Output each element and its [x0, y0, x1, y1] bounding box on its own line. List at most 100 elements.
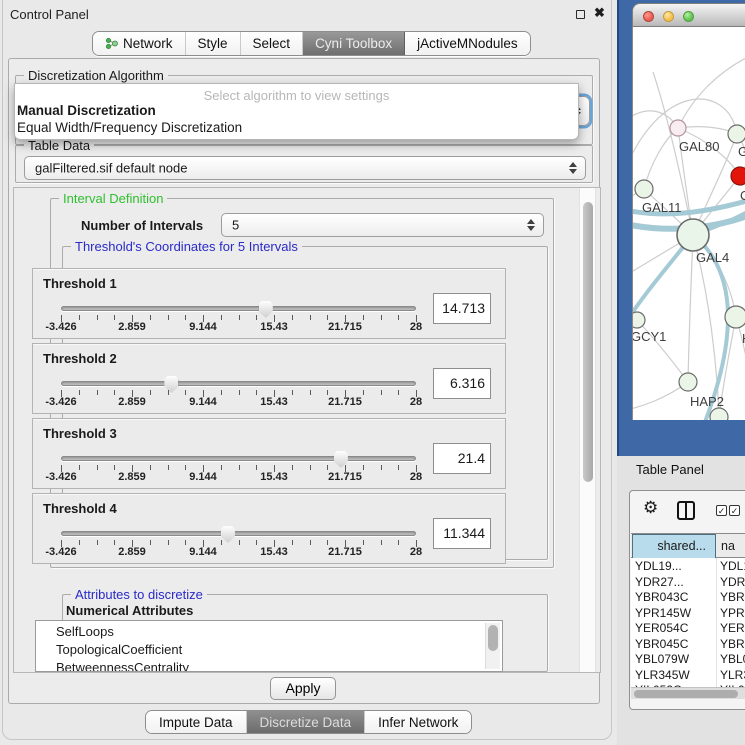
tick-mark: [363, 465, 364, 470]
tick-label: 9.144: [189, 546, 217, 558]
float-window-icon[interactable]: [576, 10, 585, 19]
bottom-tab-infer-network[interactable]: Infer Network: [365, 711, 471, 733]
tick-label: 21.715: [328, 546, 362, 558]
desktop-background: GAL80GACGAL11GAL4GCY1HHAP2: [617, 0, 745, 456]
network-node[interactable]: [677, 219, 709, 251]
network-window-titlebar[interactable]: [632, 3, 745, 27]
tick-mark: [327, 540, 328, 545]
close-traffic-light-icon[interactable]: [643, 11, 654, 22]
checkbox-icon[interactable]: ✓: [729, 505, 740, 516]
threshold-value-field[interactable]: 14.713: [433, 293, 491, 324]
cell-name: YDL1: [720, 559, 745, 573]
tick-mark: [310, 315, 311, 320]
tab-cyni-toolbox[interactable]: Cyni Toolbox: [303, 32, 405, 55]
minimize-traffic-light-icon[interactable]: [663, 11, 674, 22]
table-row[interactable]: YER054CYER0: [631, 620, 745, 636]
network-node[interactable]: [725, 306, 745, 328]
table-panel-body: ⚙ ✓ ✓ shared... na YDL19...YDL1YDR27...Y…: [629, 490, 745, 710]
combo-stepper-icon: [526, 219, 535, 231]
vertical-scrollbar[interactable]: [579, 188, 596, 672]
network-node[interactable]: [679, 373, 697, 391]
attributes-title: Attributes to discretize: [71, 587, 207, 602]
threshold-value-field[interactable]: 21.4: [433, 443, 491, 474]
bottom-tab-discretize-data[interactable]: Discretize Data: [247, 711, 366, 733]
bottom-tab-impute-data[interactable]: Impute Data: [146, 711, 247, 733]
column-header-name[interactable]: na: [717, 534, 745, 559]
tick-mark: [363, 540, 364, 545]
horizontal-scrollbar-thumb[interactable]: [634, 690, 738, 698]
tick-mark: [327, 390, 328, 395]
tick-mark: [398, 315, 399, 320]
tick-mark: [221, 540, 222, 545]
horizontal-scrollbar[interactable]: [631, 687, 745, 699]
gear-icon[interactable]: ⚙: [643, 499, 658, 516]
network-node[interactable]: [633, 312, 645, 328]
list-scrollbar[interactable]: [485, 623, 500, 669]
tick-mark: [97, 315, 98, 320]
network-canvas[interactable]: GAL80GACGAL11GAL4GCY1HHAP2: [632, 27, 745, 420]
table-row[interactable]: YBR043C YBR0: [631, 589, 745, 605]
table-header-row: shared... na: [631, 533, 745, 558]
threshold-slider[interactable]: [61, 306, 416, 311]
table-row[interactable]: YBL079WYBL0: [631, 651, 745, 667]
tab-style[interactable]: Style: [186, 32, 241, 55]
attribute-item[interactable]: TopologicalCoefficient: [56, 642, 182, 657]
tick-mark: [79, 465, 80, 470]
table-row[interactable]: YBR045CYBR0: [631, 636, 745, 652]
tick-mark: [381, 540, 382, 545]
table-row[interactable]: YDL19...YDL1: [631, 558, 745, 574]
attribute-item[interactable]: SelfLoops: [56, 624, 114, 639]
checkbox-icon[interactable]: ✓: [716, 505, 727, 516]
cell-name: YBR0: [720, 590, 745, 604]
threshold-slider[interactable]: [61, 456, 416, 461]
zoom-traffic-light-icon[interactable]: [683, 11, 694, 22]
popup-item-equal-width[interactable]: Equal Width/Frequency Discretization: [17, 120, 242, 135]
split-columns-icon[interactable]: [677, 501, 695, 520]
table-rows: YDL19...YDL1YDR27...YDR2YBR043C YBR0YPR14…: [631, 558, 745, 687]
cell-name: YLR3: [720, 668, 745, 682]
tab-jactivemnodules[interactable]: jActiveMNodules: [405, 32, 530, 55]
tick-mark: [256, 465, 257, 470]
threshold-slider[interactable]: [61, 531, 416, 536]
threshold-value-field[interactable]: 11.344: [433, 518, 491, 549]
network-edge: [688, 235, 693, 382]
apply-button[interactable]: Apply: [270, 677, 336, 700]
close-icon[interactable]: ✖: [594, 5, 605, 21]
tick-label: 21.715: [328, 471, 362, 483]
network-node[interactable]: [731, 167, 745, 185]
tab-label: Select: [253, 36, 291, 51]
table-row[interactable]: YDR27...YDR2: [631, 574, 745, 590]
tick-mark: [79, 540, 80, 545]
threshold-coordinates-title: Threshold's Coordinates for 5 Intervals: [71, 239, 302, 254]
number-of-intervals-combobox[interactable]: 5: [221, 213, 544, 237]
network-node[interactable]: [635, 180, 653, 198]
tick-label: -3.426: [45, 471, 76, 483]
table-data-group: Table Data galFiltered.sif default node: [15, 145, 593, 183]
tick-mark: [310, 465, 311, 470]
threshold-slider[interactable]: [61, 381, 416, 386]
table-row[interactable]: YPR145WYPR1: [631, 605, 745, 621]
popup-item-manual[interactable]: Manual Discretization: [17, 103, 156, 118]
numerical-attributes-label: Numerical Attributes: [66, 603, 193, 618]
slider-thumb[interactable]: [221, 526, 235, 543]
slider-thumb[interactable]: [259, 301, 273, 318]
attribute-item[interactable]: BetweennessCentrality: [56, 660, 189, 672]
column-header-shared-name[interactable]: shared...: [632, 534, 716, 559]
network-node[interactable]: [670, 120, 686, 136]
tick-mark: [150, 390, 151, 395]
tick-mark: [221, 390, 222, 395]
network-node[interactable]: [728, 125, 745, 143]
network-node[interactable]: [710, 408, 728, 420]
list-scrollbar-thumb[interactable]: [488, 625, 498, 651]
table-data-combobox[interactable]: galFiltered.sif default node: [24, 156, 586, 180]
tab-select[interactable]: Select: [241, 32, 304, 55]
cell-shared-name: YBR045C: [635, 637, 688, 651]
tick-label: 15.43: [260, 471, 288, 483]
cell-shared-name: YLR345W: [635, 668, 690, 682]
cell-shared-name: YBR043C: [635, 590, 688, 604]
table-row[interactable]: YLR345W YLR3: [631, 667, 745, 683]
tab-network[interactable]: Network: [93, 32, 186, 55]
threshold-value-field[interactable]: 6.316: [433, 368, 491, 399]
window-title: Control Panel: [10, 7, 89, 22]
vertical-scrollbar-thumb[interactable]: [583, 202, 593, 482]
